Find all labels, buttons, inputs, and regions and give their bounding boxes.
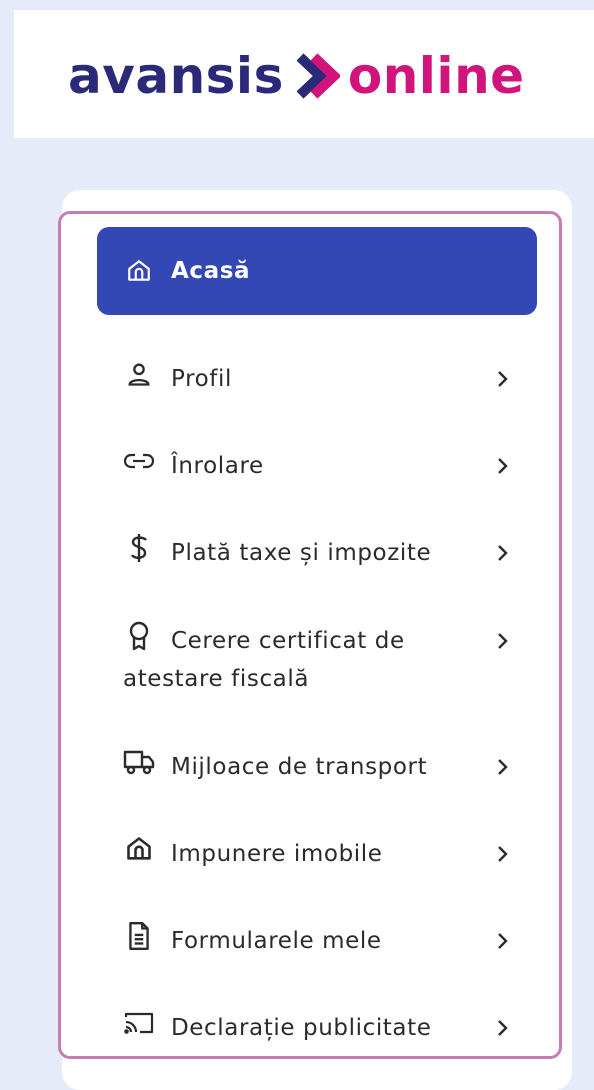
logo-arrow-icon [296, 53, 340, 99]
sidebar-item-plata-taxe[interactable]: Plată taxe și impozite [97, 534, 537, 572]
sidebar-item-impunere-imobile[interactable]: Impunere imobile [97, 835, 537, 873]
sidebar-item-acasa[interactable]: Acasă [97, 227, 537, 315]
sidebar-item-label: Profil [171, 366, 232, 392]
sidebar-item-formularele-mele[interactable]: Formularele mele [97, 920, 537, 960]
document-icon [123, 920, 155, 952]
chevron-right-icon [493, 1013, 513, 1043]
sidebar-item-label: Înrolare [171, 453, 264, 479]
sidebar-item-label: Declarație publicitate [171, 1015, 432, 1041]
sidebar-item-declaratie-publicitate[interactable]: Declarație publicitate [97, 1009, 537, 1047]
sidebar-item-label: Mijloace de transport [171, 754, 428, 780]
dollar-icon [123, 532, 155, 564]
chevron-right-icon [493, 752, 513, 782]
sidebar-item-label: Acasă [171, 258, 251, 284]
sidebar-item-label-line2: atestare fiscală [123, 666, 310, 692]
logo-online-text: online [347, 47, 525, 105]
house-icon [123, 833, 155, 865]
sidebar-item-profil[interactable]: Profil [97, 360, 537, 398]
header-bar: avansis online [14, 10, 594, 138]
certificate-icon [123, 620, 155, 652]
chevron-right-icon [493, 626, 513, 656]
user-icon [123, 358, 155, 390]
sidebar-item-label: Formularele mele [171, 928, 382, 954]
sidebar-item-inrolare[interactable]: Înrolare [97, 447, 537, 485]
sidebar-item-label: Impunere imobile [171, 841, 383, 867]
sidebar-item-label: Cerere certificat de atestare fiscală [123, 622, 537, 698]
chevron-right-icon [493, 538, 513, 568]
chevron-right-icon [493, 451, 513, 481]
sidebar-item-label: Plată taxe și impozite [171, 540, 432, 566]
cast-icon [123, 1007, 155, 1039]
logo-avansis-text: avansis [68, 47, 284, 105]
chevron-right-icon [493, 926, 513, 956]
chevron-right-icon [493, 364, 513, 394]
link-icon [123, 445, 155, 477]
truck-icon [123, 746, 155, 778]
chevron-right-icon [493, 839, 513, 869]
sidebar-item-label-line1: Cerere certificat de [171, 628, 405, 654]
sidebar-item-certificat-fiscal[interactable]: Cerere certificat de atestare fiscală [97, 620, 537, 698]
sidebar-item-mijloace-transport[interactable]: Mijloace de transport [97, 748, 537, 786]
home-icon [123, 255, 155, 287]
sidebar-menu: Acasă Profil Înrolare Plată taxe și impo… [58, 211, 562, 1059]
brand-logo[interactable]: avansis online [68, 36, 525, 116]
